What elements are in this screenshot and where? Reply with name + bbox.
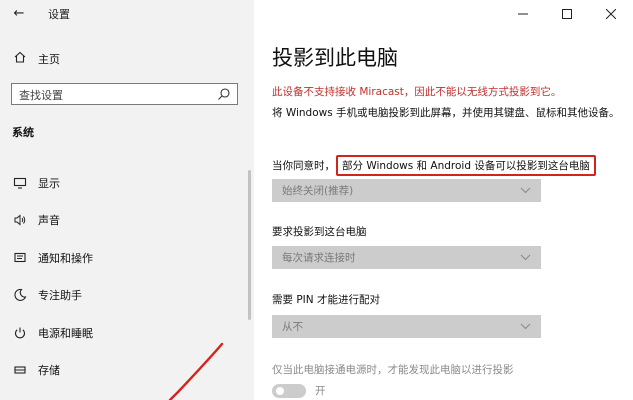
require-pin-label: 需要 PIN 才能进行配对 [272,294,380,306]
sidebar-item-sound[interactable]: 声音 [0,202,254,240]
sidebar-item-notifications[interactable]: 通知和操作 [0,239,254,277]
sidebar-item-label: 存储 [38,364,60,378]
chevron-down-icon [520,187,531,194]
display-icon [12,175,28,191]
dropdown-value: 从不 [282,321,303,333]
toggle-label: 开 [315,385,326,397]
power-icon [12,325,28,341]
projection-permission-label: 当你同意时， 部分 Windows 和 Android 设备可以投影到这台电脑 [272,155,596,176]
dropdown-value: 每次请求连接时 [282,252,356,264]
app-title: 设置 [48,8,70,21]
sound-icon [12,212,28,228]
chevron-down-icon [520,254,531,261]
sidebar: ← 设置 主页 系统 显示 声音 [0,0,254,400]
storage-icon [12,362,28,378]
sidebar-item-display[interactable]: 显示 [0,164,254,202]
dropdown-value: 始终关闭(推荐) [282,185,354,197]
sidebar-item-label: 主页 [38,52,60,66]
main-panel: 投影到此电脑 此设备不支持接收 Miracast，因此不能以无线方式投影到它。 … [254,0,633,400]
back-button[interactable]: ← [8,4,30,24]
projection-permission-dropdown[interactable]: 始终关闭(推荐) [272,179,541,202]
highlighted-text: 部分 Windows 和 Android 设备可以投影到这台电脑 [336,155,596,176]
annotation-stroke [168,342,224,400]
sidebar-item-label: 专注助手 [38,289,82,303]
power-only-hint: 仅当此电脑接通电源时，才能发现此电脑以进行投影 [272,364,514,376]
chevron-down-icon [520,323,531,330]
focus-assist-icon [12,287,28,303]
close-icon [606,9,616,19]
search-box[interactable] [11,83,238,106]
ask-to-project-dropdown[interactable]: 每次请求连接时 [272,246,541,269]
require-pin-dropdown[interactable]: 从不 [272,315,541,338]
toggle-knob [276,386,284,395]
window-controls [501,0,633,28]
question-prefix: 当你同意时， [272,160,335,172]
section-label-system: 系统 [12,126,34,139]
sidebar-item-label: 声音 [38,214,60,228]
page-title: 投影到此电脑 [272,46,398,70]
minimize-button[interactable] [501,0,545,28]
home-icon [12,50,28,67]
power-only-toggle[interactable] [272,383,306,398]
power-only-toggle-row: 开 [272,383,326,398]
title-bar: ← 设置 [0,0,254,28]
close-button[interactable] [589,0,633,28]
sidebar-item-label: 显示 [38,176,60,190]
sidebar-scrollbar[interactable] [248,170,251,320]
search-icon[interactable] [217,87,231,101]
description-text: 将 Windows 手机或电脑投影到此屏幕，并使用其键盘、鼠标和其他设备。 [272,107,620,119]
miracast-warning: 此设备不支持接收 Miracast，因此不能以无线方式投影到它。 [272,86,562,98]
minimize-icon [518,13,528,15]
maximize-icon [562,9,572,19]
sidebar-item-label: 通知和操作 [38,251,93,265]
notifications-icon [12,250,28,266]
sidebar-item-home[interactable]: 主页 [12,50,60,67]
search-input[interactable] [12,85,209,106]
ask-to-project-label: 要求投影到这台电脑 [272,226,367,238]
sidebar-item-focus-assist[interactable]: 专注助手 [0,277,254,315]
back-arrow-icon: ← [13,6,25,21]
sidebar-item-label: 电源和睡眠 [38,326,93,340]
maximize-button[interactable] [545,0,589,28]
